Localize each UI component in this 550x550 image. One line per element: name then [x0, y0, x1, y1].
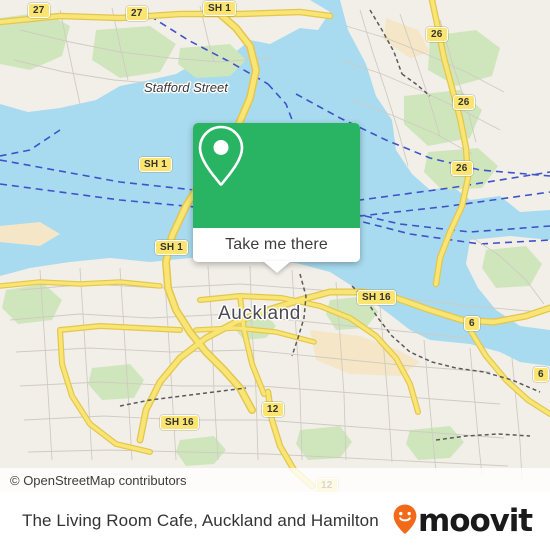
popup-header	[193, 123, 360, 228]
road-shield: 6	[464, 316, 480, 331]
road-shield: SH 1	[139, 157, 173, 172]
moovit-map-page: 27 27 SH 1 26 26 26 SH 1 SH 1 SH 16 6 6 …	[0, 0, 550, 550]
popup-pointer-tail	[263, 261, 291, 273]
road-shield: 26	[426, 27, 448, 42]
map-canvas[interactable]: 27 27 SH 1 26 26 26 SH 1 SH 1 SH 16 6 6 …	[0, 0, 550, 492]
road-shield: 26	[453, 95, 475, 110]
place-title: The Living Room Cafe, Auckland and Hamil…	[22, 511, 379, 530]
road-shield: SH 1	[155, 240, 189, 255]
road-shield: 27	[28, 3, 50, 18]
road-shield: 6	[533, 367, 549, 382]
place-label-auckland: Auckland	[218, 303, 301, 324]
road-shield: 12	[262, 402, 284, 417]
road-shield: SH 16	[357, 290, 396, 305]
location-popup-card[interactable]: Take me there	[193, 123, 360, 262]
popup-action-bar[interactable]: Take me there	[193, 228, 360, 262]
moovit-smiley-pin-icon	[393, 504, 417, 539]
road-shield: 26	[451, 161, 473, 176]
street-label-stafford-street: Stafford Street	[144, 80, 228, 95]
road-shield: SH 1	[203, 1, 237, 16]
page-footer: The Living Room Cafe, Auckland and Hamil…	[0, 492, 550, 550]
moovit-wordmark: moovit	[418, 502, 533, 539]
map-attribution-bar: © OpenStreetMap contributors	[0, 468, 550, 492]
road-shield: 27	[126, 6, 148, 21]
openstreetmap-attribution-text: © OpenStreetMap contributors	[10, 472, 187, 488]
take-me-there-label: Take me there	[225, 236, 328, 253]
road-shield: SH 16	[160, 415, 199, 430]
moovit-logo[interactable]: moovit	[393, 502, 533, 539]
